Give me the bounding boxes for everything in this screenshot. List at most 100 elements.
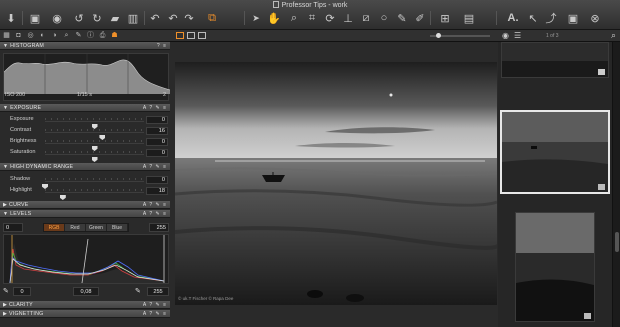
- slider-track[interactable]: [45, 192, 144, 200]
- camera-small-icon[interactable]: ▣: [566, 10, 580, 26]
- camera-tab-icon[interactable]: ◘: [14, 31, 23, 40]
- undo-icon[interactable]: ↶: [148, 10, 162, 26]
- collapse-icon: ▼: [3, 43, 9, 49]
- trash-icon[interactable]: ▥: [126, 10, 140, 26]
- levels-header[interactable]: ▼ LEVELS A ? ✎ ≡: [0, 210, 170, 218]
- capture-icon[interactable]: ▣: [28, 10, 42, 26]
- hand-icon[interactable]: ✋: [267, 10, 281, 26]
- hdr-header[interactable]: ▼ HIGH DYNAMIC RANGE A ? ✎ ≡: [0, 163, 170, 171]
- overlay-icon[interactable]: ▤: [462, 10, 476, 26]
- slider-track[interactable]: [45, 143, 144, 151]
- text-icon[interactable]: A.: [506, 10, 520, 26]
- exposure-icon[interactable]: ◑: [50, 31, 59, 40]
- section-tools-icon[interactable]: A ? ✎ ≡: [143, 210, 167, 218]
- slider-label: Exposure: [10, 116, 34, 122]
- rotate-tool-icon[interactable]: ⟳: [324, 10, 336, 26]
- spot-icon[interactable]: ○: [378, 10, 390, 26]
- straighten-icon[interactable]: ⊥: [342, 10, 354, 26]
- exposure-slider[interactable]: Exposure 0: [0, 115, 170, 129]
- slider-thumb[interactable]: [91, 157, 98, 162]
- eraser-icon[interactable]: ✐: [414, 10, 426, 26]
- levels-midtone[interactable]: 0,08: [73, 287, 99, 296]
- thumbnail-2-selected[interactable]: [500, 110, 610, 194]
- grid-view-icon[interactable]: [176, 32, 184, 39]
- slider-value[interactable]: 0: [146, 176, 168, 184]
- main-photo[interactable]: [175, 62, 497, 305]
- rotate-left-icon[interactable]: ↺: [72, 10, 86, 26]
- grid-icon[interactable]: ⊞: [438, 10, 452, 26]
- sort-icon[interactable]: ☰: [514, 31, 521, 40]
- single-view-icon[interactable]: [187, 32, 195, 39]
- shadow-slider[interactable]: Shadow 0: [0, 175, 170, 189]
- meta-icon[interactable]: ⓘ: [86, 31, 95, 40]
- levels-input-low[interactable]: 0: [3, 223, 23, 232]
- export-icon[interactable]: ⤴: [544, 10, 558, 26]
- histogram-header[interactable]: ▼ HISTOGRAM ? ≡: [0, 42, 170, 50]
- detail-icon[interactable]: ⌕: [62, 31, 71, 40]
- close-circle-icon[interactable]: ⊗: [588, 10, 602, 26]
- slider-track[interactable]: [45, 154, 144, 162]
- slider-value[interactable]: 18: [146, 187, 168, 195]
- channel-tab-rgb[interactable]: RGB: [44, 224, 65, 231]
- zoom-slider[interactable]: [430, 33, 490, 38]
- undo-2-icon[interactable]: ↶: [166, 10, 180, 26]
- exposure-header[interactable]: ▼ EXPOSURE A ? ✎ ≡: [0, 104, 170, 112]
- output-icon[interactable]: ⎙: [98, 31, 107, 40]
- saturation-slider[interactable]: Saturation 0: [0, 148, 170, 162]
- levels-histogram[interactable]: [3, 234, 169, 284]
- black-picker-icon[interactable]: ✎: [3, 287, 11, 296]
- library-icon[interactable]: ▦: [2, 31, 11, 40]
- cursor-icon[interactable]: ↖: [526, 10, 540, 26]
- contrast-slider[interactable]: Contrast 16: [0, 126, 170, 140]
- levels-output-high[interactable]: 255: [147, 287, 169, 296]
- highlight-slider[interactable]: Highlight 18: [0, 186, 170, 200]
- levels-input-high[interactable]: 255: [149, 223, 169, 232]
- channel-tab-green[interactable]: Green: [86, 224, 107, 231]
- folder-icon[interactable]: ▰: [108, 10, 122, 26]
- slider-value[interactable]: 0: [146, 116, 168, 124]
- slider-value[interactable]: 0: [146, 149, 168, 157]
- keystone-icon[interactable]: ⧄: [360, 10, 372, 26]
- eye-icon[interactable]: ◉: [502, 31, 509, 40]
- section-tools-icon[interactable]: A ? ✎ ≡: [143, 201, 167, 209]
- channel-tab-red[interactable]: Red: [65, 224, 86, 231]
- clarity-header[interactable]: ▶ CLARITY A ? ✎ ≡: [0, 301, 170, 309]
- slider-value[interactable]: 16: [146, 127, 168, 135]
- white-picker-icon[interactable]: ✎: [135, 287, 143, 296]
- levels-output-low[interactable]: 0: [13, 287, 31, 296]
- section-tools-icon[interactable]: A ? ✎ ≡: [143, 301, 167, 309]
- section-tools-icon[interactable]: A ? ✎ ≡: [143, 310, 167, 318]
- import-icon[interactable]: ⬇: [4, 10, 18, 26]
- slider-track[interactable]: [42, 181, 144, 189]
- zoom-icon[interactable]: ⌕: [288, 10, 300, 26]
- slider-thumb[interactable]: [59, 195, 66, 200]
- stack-icon[interactable]: ⧉: [204, 10, 220, 26]
- local-icon[interactable]: ✎: [74, 31, 83, 40]
- thumbnail-1[interactable]: [501, 42, 609, 78]
- curve-header[interactable]: ▶ CURVE A ? ✎ ≡: [0, 201, 170, 209]
- channel-tab-blue[interactable]: Blue: [107, 224, 128, 231]
- rotate-right-icon[interactable]: ↻: [90, 10, 104, 26]
- slider-track[interactable]: [45, 121, 144, 129]
- lens-icon[interactable]: ◎: [26, 31, 35, 40]
- section-tools-icon[interactable]: ? ≡: [157, 42, 167, 50]
- section-tools-icon[interactable]: A ? ✎ ≡: [143, 104, 167, 112]
- crop-icon[interactable]: ⌗: [306, 10, 318, 26]
- brush-icon[interactable]: ✎: [396, 10, 408, 26]
- brightness-slider[interactable]: Brightness 0: [0, 137, 170, 151]
- multi-view-icon[interactable]: [198, 32, 206, 39]
- slider-track[interactable]: [45, 132, 144, 140]
- pointer-icon[interactable]: ➤: [250, 10, 262, 26]
- batch-icon[interactable]: ☗: [110, 31, 119, 40]
- slider-value[interactable]: 0: [146, 138, 168, 146]
- redo-icon[interactable]: ↷: [182, 10, 196, 26]
- thumbnail-3[interactable]: [515, 212, 595, 322]
- camera-icon[interactable]: ◉: [50, 10, 64, 26]
- zoom-slider-thumb[interactable]: [436, 33, 441, 38]
- color-icon[interactable]: ◐: [38, 31, 47, 40]
- scrollbar-thumb[interactable]: [615, 232, 619, 252]
- browser-scrollbar[interactable]: [612, 42, 620, 327]
- vignetting-header[interactable]: ▶ VIGNETTING A ? ✎ ≡: [0, 310, 170, 318]
- section-tools-icon[interactable]: A ? ✎ ≡: [143, 163, 167, 171]
- search-icon[interactable]: ⌕: [611, 30, 616, 41]
